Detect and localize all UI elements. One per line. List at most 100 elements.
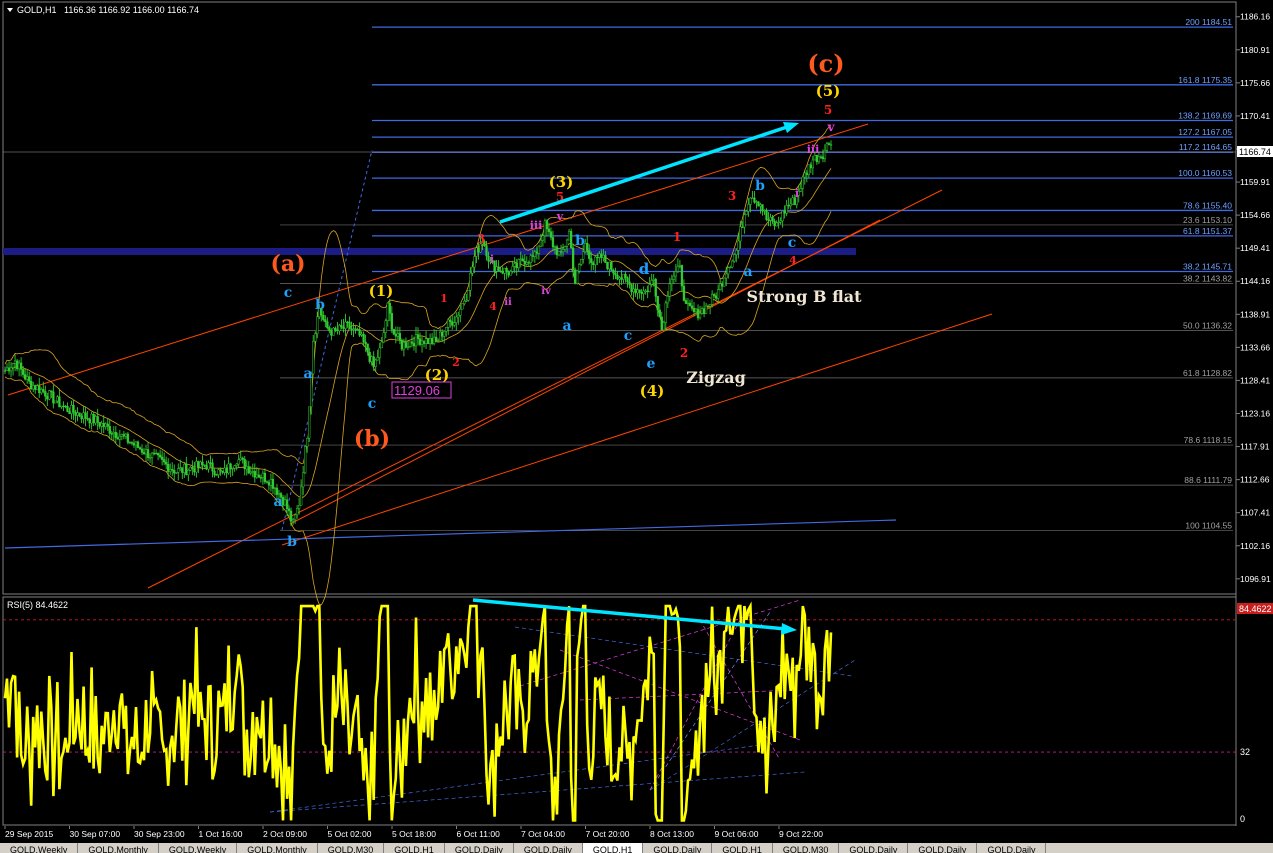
chart-tab[interactable]: GOLD,Daily	[839, 843, 909, 853]
candle-body	[765, 210, 768, 220]
candle-body	[471, 266, 474, 274]
candle-body	[96, 416, 99, 423]
candle-body	[654, 278, 657, 297]
candle-body	[358, 329, 361, 336]
candle-body	[787, 205, 790, 207]
chart-menu-icon[interactable]	[7, 8, 13, 12]
price-tick-label: 1107.41	[1240, 508, 1270, 518]
price-tick-label: 1149.41	[1240, 243, 1270, 253]
candle-body	[725, 273, 728, 279]
wave-label: 3	[728, 189, 736, 203]
candle-body	[789, 203, 792, 207]
price-tick-label: 1133.66	[1240, 342, 1270, 352]
candle-body	[40, 389, 43, 394]
candle-body	[630, 284, 633, 293]
price-tick-label: 1117.91	[1240, 442, 1270, 452]
candle-body	[249, 471, 252, 474]
rsi-fan-line	[519, 599, 801, 687]
trend-line	[281, 149, 373, 531]
chart-tab[interactable]: GOLD,M30	[773, 843, 840, 853]
wave-label: c	[788, 235, 797, 251]
candle-body	[477, 247, 480, 253]
wave-label: c	[624, 328, 633, 344]
candle-body	[799, 188, 802, 192]
candle-body	[306, 437, 309, 447]
candle-body	[94, 416, 97, 424]
candle-body	[255, 474, 258, 478]
candle-body	[640, 292, 643, 294]
candle-body	[467, 290, 470, 301]
candle-body	[668, 283, 671, 297]
ohlc-readout: 1166.36 1166.92 1166.00 1166.74	[64, 5, 199, 15]
candle-body	[686, 302, 690, 305]
candle-body	[374, 359, 377, 367]
chart-tab[interactable]: GOLD,Daily	[977, 843, 1047, 853]
time-tick-label: 7 Oct 04:00	[521, 829, 565, 839]
candle-body	[507, 271, 510, 276]
candle-body	[289, 510, 293, 522]
candle-body	[606, 262, 609, 270]
fibonacci-levels: 200 1184.51161.8 1175.35138.2 1169.69127…	[280, 17, 1233, 532]
candle-body	[183, 464, 186, 473]
candle-body	[136, 441, 140, 448]
rsi-arrow	[472, 598, 787, 631]
price-tick-label: 1180.91	[1240, 45, 1270, 55]
chart-tab[interactable]: GOLD,H1	[712, 843, 773, 853]
candle-body	[715, 295, 718, 299]
candle-body	[747, 204, 750, 212]
candle-body	[698, 313, 702, 319]
candle-body	[517, 259, 520, 269]
wave-label: c	[284, 285, 293, 301]
time-tick-label: 5 Oct 02:00	[328, 829, 372, 839]
chart-tab[interactable]: GOLD,H1	[384, 843, 445, 853]
chart-tab[interactable]: GOLD,Weekly	[159, 843, 238, 853]
candle-body	[529, 255, 532, 264]
candle-body	[324, 319, 327, 322]
candle-body	[134, 441, 138, 446]
candle-body	[501, 271, 504, 274]
candle-body	[154, 453, 158, 455]
chart-tab[interactable]: GOLD,Weekly	[0, 843, 79, 853]
wave-label: 4	[489, 300, 497, 313]
candle-body	[727, 267, 730, 275]
wave-label: (4)	[640, 382, 665, 400]
chart-canvas[interactable]: 200 1184.51161.8 1175.35138.2 1169.69127…	[0, 0, 1273, 843]
candle-body	[92, 414, 95, 424]
chart-tab[interactable]: GOLD,H1	[582, 843, 644, 853]
candle-body	[779, 220, 782, 223]
chart-tab[interactable]: GOLD,Daily	[643, 843, 713, 853]
candle-body	[404, 342, 408, 348]
candle-body	[334, 327, 337, 331]
candle-body	[269, 478, 273, 486]
candle-body	[211, 462, 214, 472]
trend-line	[4, 519, 897, 549]
trend-lines	[4, 123, 993, 589]
chart-tab[interactable]: GOLD,Daily	[445, 843, 514, 853]
wave-label: v	[556, 210, 564, 223]
chart-tab[interactable]: GOLD,Daily	[514, 843, 583, 853]
candle-body	[350, 328, 353, 330]
candle-body	[710, 294, 714, 305]
candle-body	[7, 367, 11, 372]
chart-tab[interactable]: GOLD,M30	[318, 843, 385, 853]
chart-tab[interactable]: GOLD,Monthly	[237, 843, 318, 853]
candle-body	[424, 338, 428, 344]
chart-tab[interactable]: GOLD,Monthly	[78, 843, 159, 853]
wave-label: ii	[504, 297, 512, 308]
candle-body	[138, 447, 142, 450]
candle-body	[110, 433, 113, 435]
candle-body	[118, 436, 121, 440]
candle-body	[213, 470, 216, 476]
wave-label: 1	[673, 230, 681, 244]
candle-body	[328, 327, 331, 331]
candle-body	[473, 256, 476, 268]
candle-body	[68, 411, 71, 414]
chart-tab[interactable]: GOLD,Daily	[908, 843, 978, 853]
candle-body	[146, 449, 150, 458]
candle-body	[219, 469, 222, 472]
candle-body	[247, 466, 250, 474]
wave-label: i	[795, 187, 799, 200]
candle-body	[338, 325, 341, 332]
time-tick-label: 2 Oct 09:00	[263, 829, 307, 839]
candle-body	[616, 274, 619, 280]
